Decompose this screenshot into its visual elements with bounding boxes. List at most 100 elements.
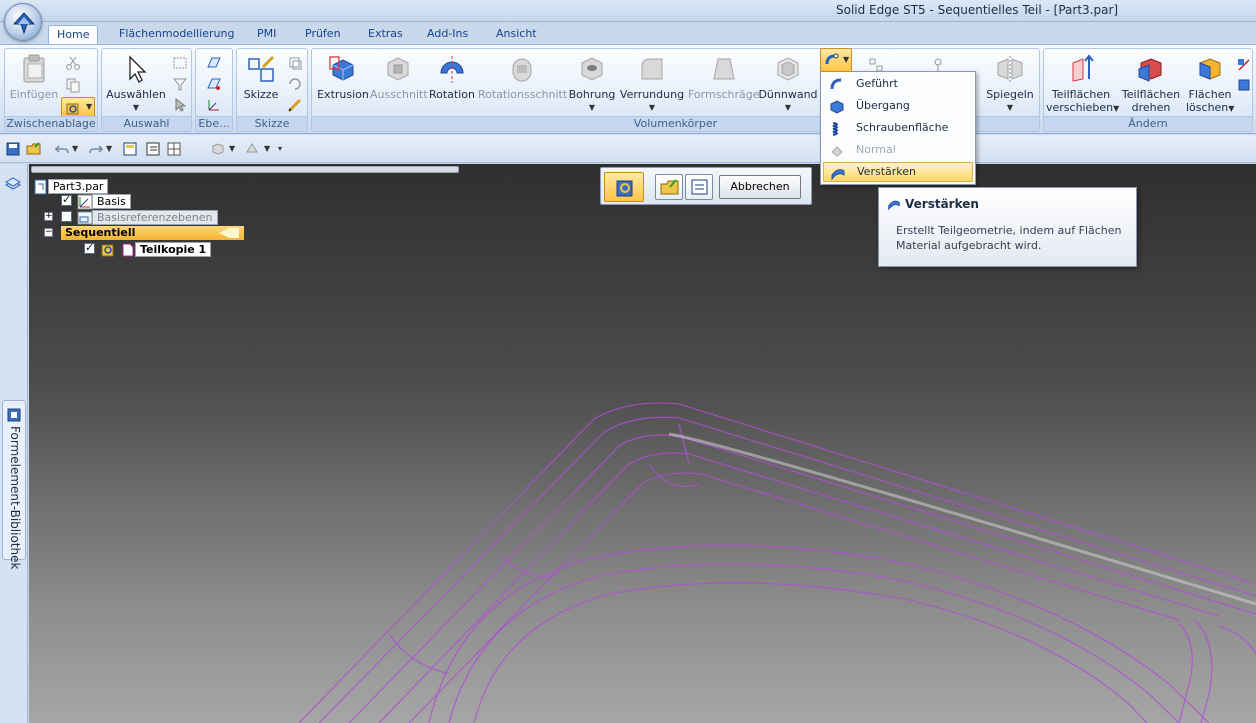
move-faces-icon [1072,54,1094,82]
formschraege-button[interactable]: Formschräge [688,53,759,101]
tab-home[interactable]: Home [48,25,99,44]
end-marker-icon [219,228,239,238]
filter-icon[interactable] [172,76,188,92]
open-icon[interactable] [26,141,42,157]
tab-extras[interactable]: Extras [360,25,411,44]
menu-item-gefuehrt[interactable]: Geführt [823,74,973,94]
redo-icon[interactable] [88,141,104,157]
list-icon[interactable] [145,141,161,157]
verrundung-label: Verrundung [619,88,685,101]
tree-node-sequentiell: Sequentiell [65,226,136,239]
paste-special-button[interactable]: ▼ [61,97,95,117]
tree-node-basisreferenzebenen[interactable]: Basisreferenzebenen [92,210,218,225]
teilflaechen-drehen-button[interactable]: Teilflächen drehen [1118,53,1184,114]
menu-item-label: Normal [856,143,896,156]
tab-pruefen[interactable]: Prüfen [297,25,349,44]
coordinate-system-icon[interactable] [206,97,222,113]
customize-toolbar-icon[interactable]: ▾ [278,144,282,153]
tab-add-ins[interactable]: Add-Ins [419,25,476,44]
tree-node-basis[interactable]: Basis [92,194,131,209]
ribbon: Einfügen ▼ Zwischenablage Auswählen ▼ Au… [0,44,1256,134]
copy-icon[interactable] [65,77,81,93]
abbrechen-button[interactable]: Abbrechen [719,175,801,199]
auswaehlen-button[interactable]: Auswählen ▼ [106,53,166,114]
tree-node-sequentiell-bar[interactable]: Sequentiell [61,226,244,240]
select-tool-icon[interactable] [172,97,188,113]
menu-item-schraubenflaeche[interactable]: Schraubenfläche [823,118,973,138]
duennwand-label: Dünnwand [758,88,818,101]
sweep-dropdown-menu: Geführt Übergang Schraubenfläche Normal … [820,71,976,185]
group-auswahl: Auswählen ▼ Auswahl [101,48,192,132]
expand-basisreferenzebenen[interactable]: + [44,212,53,221]
select-step-button[interactable] [604,172,644,202]
tab-ansicht[interactable]: Ansicht [488,25,545,44]
spiegeln-button[interactable]: Spiegeln ▼ [984,53,1036,114]
plane-offset-icon[interactable] [206,76,222,92]
teilflaechen-verschieben-label-1: Teilflächen [1051,88,1111,101]
flaechen-loeschen-button[interactable]: Flächen löschen▼ [1186,53,1234,115]
tab-pmi[interactable]: PMI [249,25,284,44]
chevron-down-icon[interactable]: ▼ [72,144,78,153]
view-style-icon[interactable] [244,141,260,157]
offset-faces-icon[interactable] [1236,77,1252,93]
verrundung-button[interactable]: Verrundung ▼ [618,53,686,114]
menu-item-verstaerken[interactable]: Verstärken [823,162,973,182]
sketch-icon [248,55,275,82]
view-orientation-icon[interactable] [210,141,226,157]
menu-item-uebergang[interactable]: Übergang [823,96,973,116]
tab-flaechenmodellierung[interactable]: Flächenmodellierung [111,25,242,44]
save-icon[interactable] [5,141,21,157]
helix-icon [832,122,838,136]
extrusion-button[interactable]: Extrusion [316,53,370,101]
window-title: Solid Edge ST5 - Sequentielles Teil - [P… [836,3,1119,17]
group-aendern: Teilflächen verschieben▼ Teilflächen dre… [1043,48,1253,132]
chevron-down-icon[interactable]: ▼ [229,144,235,153]
properties-icon[interactable] [122,141,138,157]
application-button[interactable] [4,3,42,41]
bohrung-label: Bohrung [568,88,616,101]
select-window-icon[interactable] [172,55,188,71]
rotation-button[interactable]: Rotation [428,53,476,101]
chevron-down-icon[interactable]: ▼ [264,144,270,153]
auswaehlen-label: Auswählen [106,88,166,101]
basisreferenzebenen-checkbox[interactable] [61,211,72,222]
tree-node-part3[interactable]: Part3.par [48,179,109,194]
skizze-button[interactable]: Skizze [241,53,281,101]
ribbon-tab-row: Home Flächenmodellierung PMI Prüfen Extr… [0,22,1256,44]
pencil-icon[interactable] [287,97,303,113]
duennwand-button[interactable]: Dünnwand ▼ [758,53,818,114]
rotate-faces-icon [1138,58,1162,82]
plane-icon[interactable] [206,55,222,71]
teilkopie-checkbox[interactable] [84,241,95,254]
flaechen-loeschen-label-2: löschen [1186,101,1229,114]
ausschnitt-button[interactable]: Ausschnitt [370,53,428,101]
grid-icon[interactable] [166,141,182,157]
rotationsschnitt-button[interactable]: Rotationsschnitt [478,53,567,101]
chevron-down-icon: ▼ [86,102,93,111]
teilflaechen-verschieben-button[interactable]: Teilflächen verschieben▼ [1046,53,1119,115]
collapse-sequentiell[interactable]: − [44,228,53,237]
einfuegen-button[interactable]: Einfügen [9,53,59,101]
options-button[interactable] [685,174,713,200]
cut-icon[interactable] [65,55,81,71]
left-dock-bar: Formelement-Bibliothek [0,164,28,723]
hole-icon [581,57,603,81]
layers-icon[interactable] [5,176,21,192]
verstaerken-dropdown-button[interactable]: ▼ [820,48,852,72]
chevron-down-icon[interactable]: ▼ [106,144,112,153]
list-options-icon [691,179,708,195]
basis-checkbox[interactable] [61,193,72,206]
draft-icon [713,58,735,80]
bohrung-button[interactable]: Bohrung ▼ [568,53,616,114]
project-icon[interactable] [287,55,303,71]
menu-item-normal[interactable]: Normal [823,140,973,160]
tree-node-teilkopie[interactable]: Teilkopie 1 [135,242,212,257]
rotation-label: Rotation [428,88,475,101]
edit-faces-icon[interactable] [1236,57,1252,73]
undo-icon[interactable] [54,141,70,157]
solid-edge-logo-icon [12,12,36,35]
wrap-icon[interactable] [287,76,303,92]
round-icon [641,58,663,80]
pane-splitter[interactable] [31,166,459,173]
open-file-button[interactable] [655,174,683,200]
